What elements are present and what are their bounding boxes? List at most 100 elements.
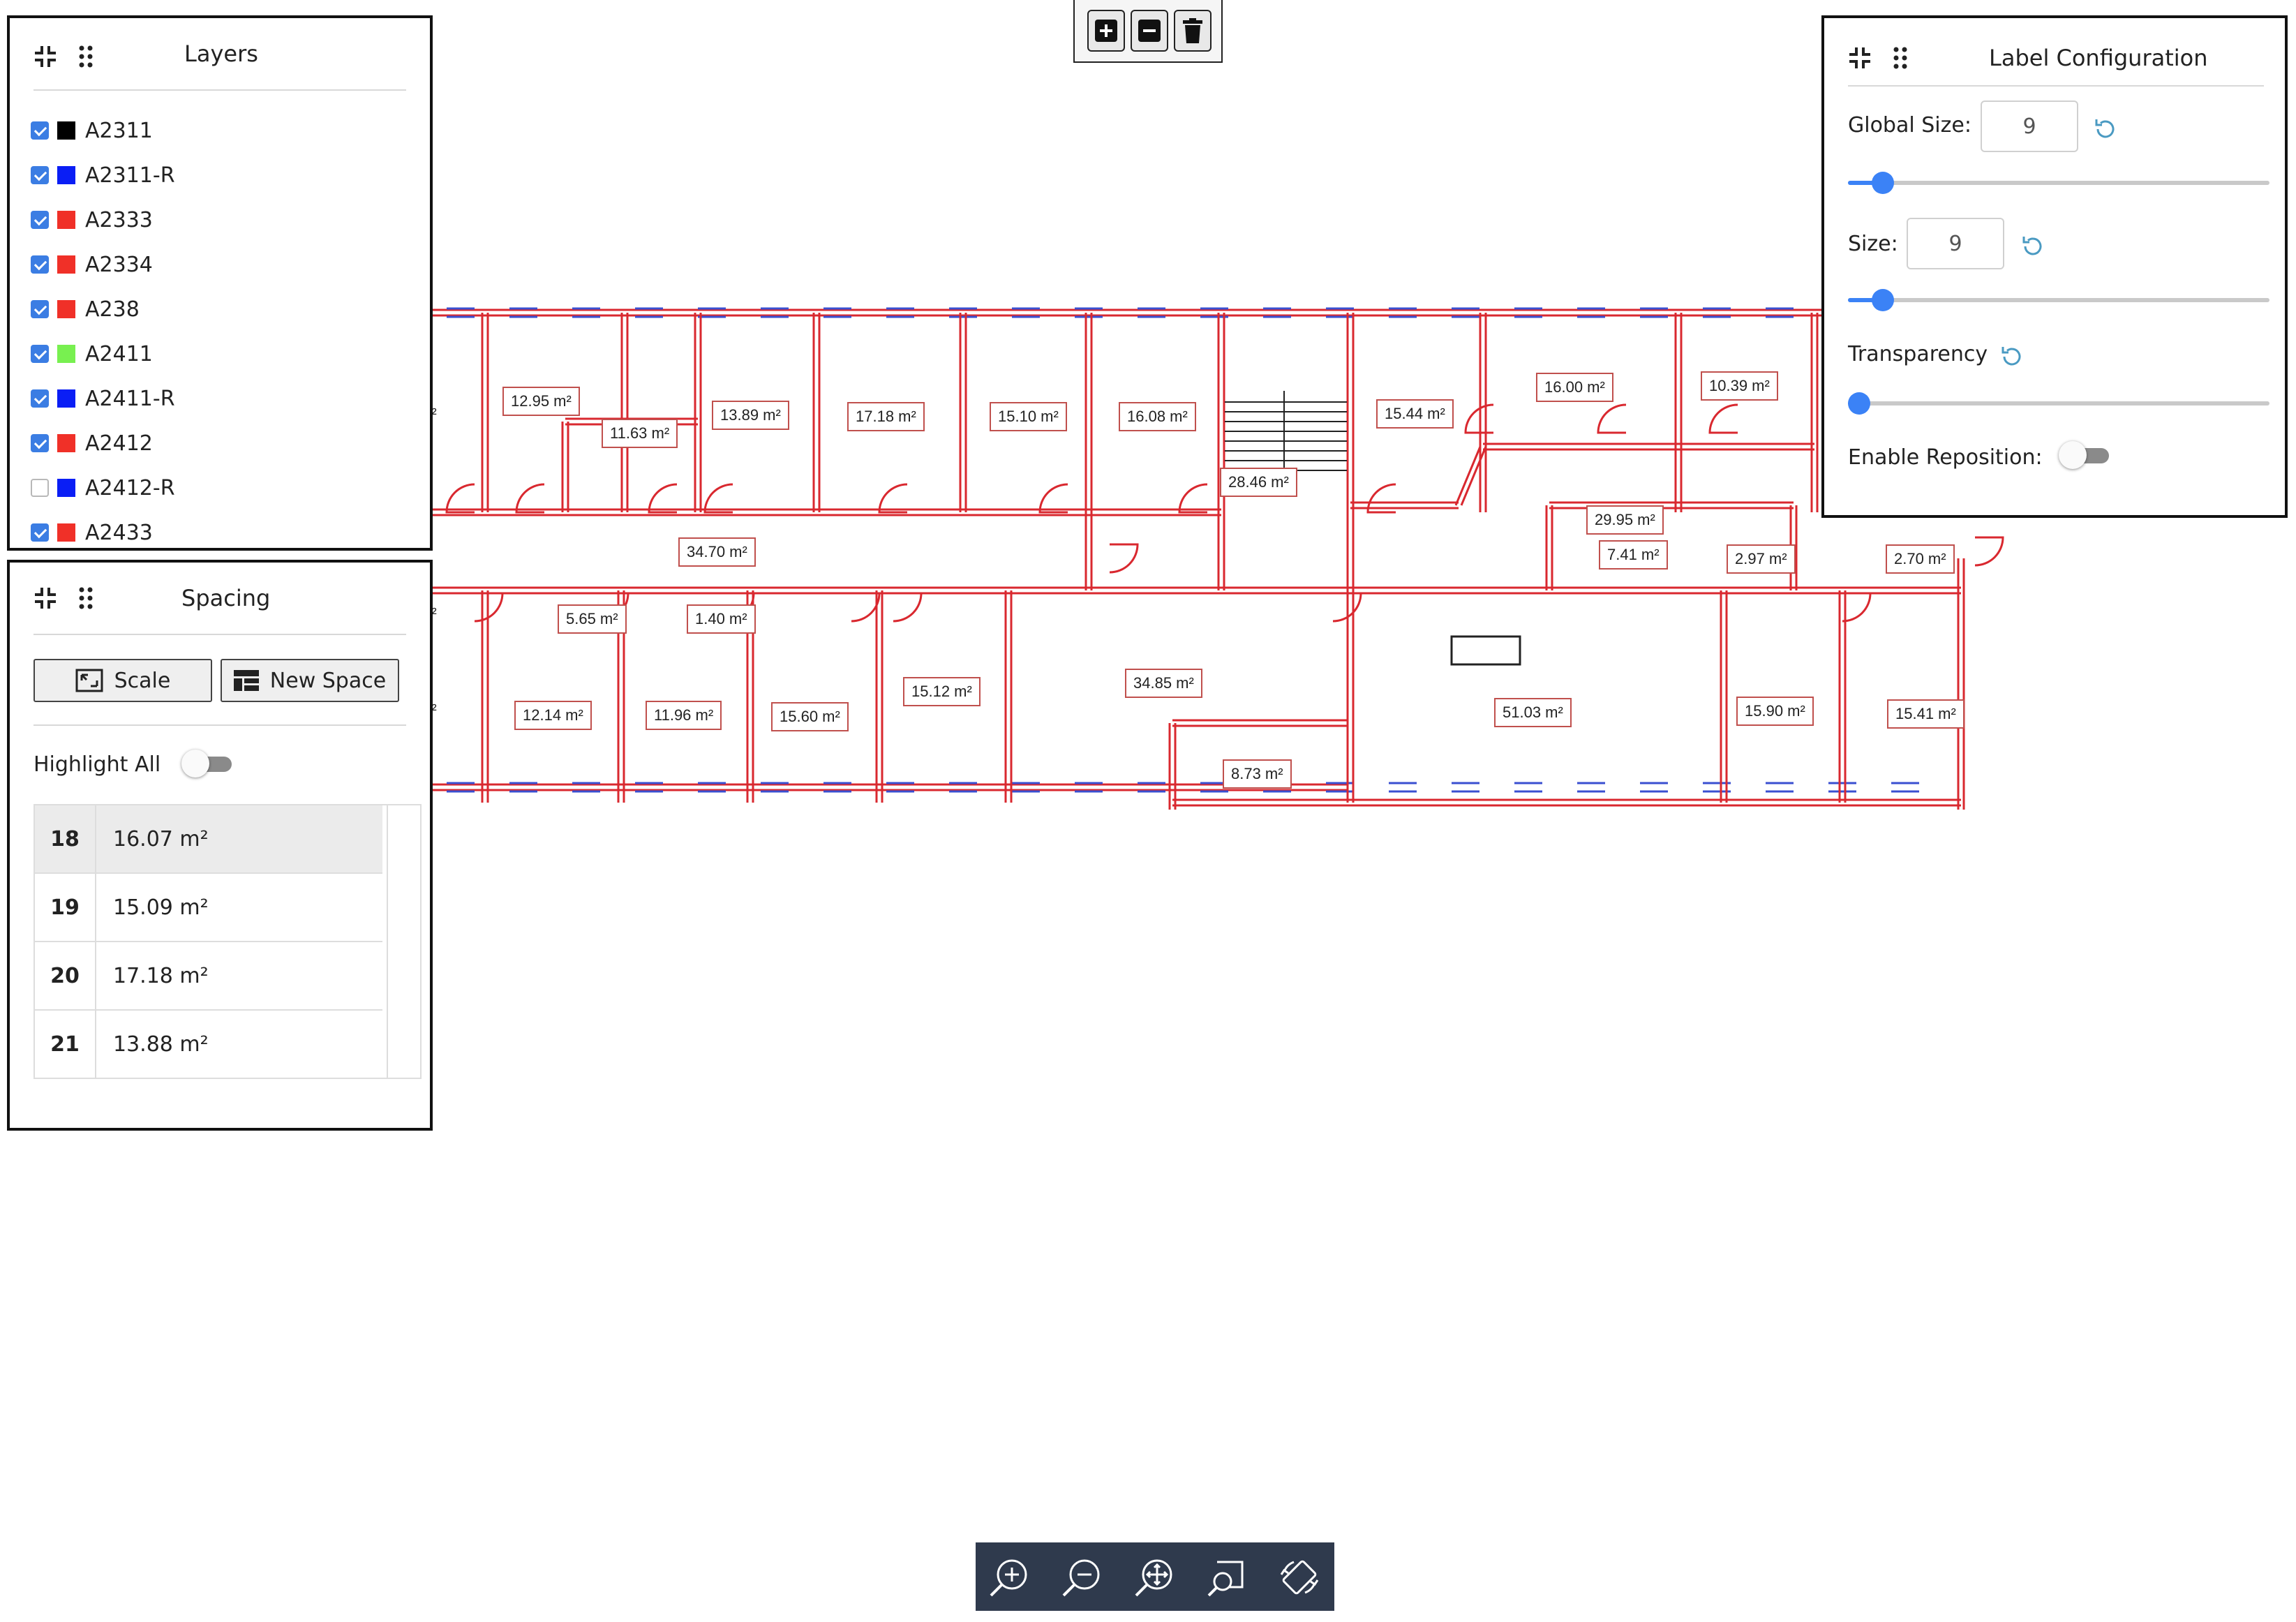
room-area-label[interactable]: 12.14 m²: [514, 701, 592, 730]
room-area-label[interactable]: 5.65 m²: [558, 604, 627, 634]
layer-row[interactable]: A2311-R: [31, 158, 175, 193]
room-area-label[interactable]: 15.12 m²: [903, 677, 981, 706]
drag-handle-icon[interactable]: [1888, 46, 1912, 70]
room-area-label[interactable]: 28.46 m²: [1220, 468, 1297, 497]
rotate-icon: [1280, 1560, 1319, 1595]
room-area-label[interactable]: 11.63 m²: [602, 419, 678, 448]
divider: [33, 724, 406, 726]
layer-checkbox[interactable]: [31, 300, 49, 318]
layer-row[interactable]: A238: [31, 292, 140, 327]
room-area-label[interactable]: 16.00 m²: [1536, 373, 1613, 402]
drag-handle-icon[interactable]: [74, 45, 98, 68]
room-area-label[interactable]: 7.41 m²: [1599, 540, 1668, 570]
layer-checkbox[interactable]: [31, 434, 49, 452]
scale-button[interactable]: Scale: [33, 659, 212, 702]
layer-row[interactable]: A2333: [31, 202, 153, 237]
global-size-input[interactable]: 9: [1981, 101, 2078, 152]
transparency-slider[interactable]: [1848, 392, 2269, 415]
divider: [33, 634, 406, 635]
room-area-label[interactable]: 15.60 m²: [771, 702, 849, 731]
reset-icon[interactable]: [2020, 233, 2046, 260]
label-configuration-panel[interactable]: Label Configuration Global Size: 9 Size:…: [1821, 15, 2288, 518]
table-row[interactable]: 21 13.88 m²: [35, 1011, 382, 1078]
zoom-in-button[interactable]: [984, 1552, 1034, 1602]
table-scrollbar[interactable]: [387, 805, 420, 1078]
layer-row[interactable]: A2311: [31, 113, 153, 148]
room-area-label[interactable]: 15.10 m²: [990, 402, 1067, 431]
table-row[interactable]: 20 17.18 m²: [35, 942, 382, 1011]
enable-reposition-toggle[interactable]: [2059, 441, 2109, 469]
layer-checkbox[interactable]: [31, 389, 49, 408]
zoom-out-icon: [1062, 1559, 1100, 1597]
layer-checkbox[interactable]: [31, 121, 49, 140]
door-swing: [1842, 592, 1872, 623]
layer-checkbox[interactable]: [31, 345, 49, 363]
space-area: 13.88 m²: [113, 1032, 209, 1057]
reset-icon[interactable]: [1999, 343, 2025, 370]
collapse-icon[interactable]: [33, 586, 57, 610]
zoom-out-button[interactable]: [1057, 1552, 1107, 1602]
layer-row[interactable]: A2412-R: [31, 470, 175, 505]
room-area-label[interactable]: 16.08 m²: [1119, 402, 1196, 431]
room-area-label[interactable]: 29.95 m²: [1586, 505, 1664, 535]
layer-row[interactable]: A2433: [31, 515, 153, 550]
room-area-label[interactable]: 51.03 m²: [1494, 698, 1572, 727]
layer-row[interactable]: A2412: [31, 426, 153, 461]
door-swing: [1038, 483, 1068, 514]
collapse-icon[interactable]: [1848, 46, 1872, 70]
door-swing: [515, 483, 545, 514]
scale-icon: [75, 669, 103, 692]
room-area-label[interactable]: 15.41 m²: [1887, 699, 1965, 729]
layer-name: A2334: [85, 252, 153, 277]
wall-line: [1460, 446, 1487, 506]
pan-icon: [1135, 1559, 1172, 1597]
room-area-label[interactable]: 8.73 m²: [1223, 759, 1292, 789]
layer-name: A2311-R: [85, 163, 175, 188]
room-area-label[interactable]: 34.85 m²: [1125, 669, 1202, 698]
room-area-label[interactable]: 34.70 m²: [678, 537, 756, 567]
door-swing: [1708, 403, 1738, 434]
layer-checkbox[interactable]: [31, 166, 49, 184]
door-swing: [1597, 403, 1627, 434]
room-area-label[interactable]: 2.70 m²: [1886, 544, 1955, 574]
reset-icon[interactable]: [2092, 116, 2119, 142]
door-swing: [1109, 543, 1139, 574]
layers-panel[interactable]: Layers A2311 A2311-R A2333 A2334 A238 A2411 A2…: [7, 15, 433, 551]
room-area-label[interactable]: 13.89 m²: [712, 401, 789, 430]
layer-row[interactable]: A2411: [31, 336, 153, 371]
pan-button[interactable]: [1129, 1552, 1179, 1602]
zoom-window-button[interactable]: [1202, 1552, 1252, 1602]
room-area-label[interactable]: 1.40 m²: [687, 604, 756, 634]
highlight-all-toggle[interactable]: [181, 750, 232, 777]
drag-handle-icon[interactable]: [74, 586, 98, 610]
room-area-label[interactable]: 17.18 m²: [847, 402, 925, 431]
layer-color-swatch: [57, 523, 75, 542]
layer-color-swatch: [57, 255, 75, 274]
delete-button[interactable]: [1174, 10, 1212, 52]
table-row[interactable]: 18 16.07 m²: [35, 805, 382, 874]
remove-button[interactable]: [1131, 10, 1168, 52]
room-area-label[interactable]: 10.39 m²: [1701, 371, 1778, 401]
room-area-label[interactable]: 2.97 m²: [1727, 544, 1796, 574]
size-input[interactable]: 9: [1907, 218, 2004, 269]
new-space-button[interactable]: New Space: [221, 659, 399, 702]
room-area-label[interactable]: 12.95 m²: [502, 387, 580, 416]
layer-checkbox[interactable]: [31, 479, 49, 497]
layer-row[interactable]: A2411-R: [31, 381, 175, 416]
layer-row[interactable]: A2334: [31, 247, 153, 282]
collapse-icon[interactable]: [33, 45, 57, 68]
layer-color-swatch: [57, 121, 75, 140]
layer-checkbox[interactable]: [31, 211, 49, 229]
table-row[interactable]: 19 15.09 m²: [35, 874, 382, 942]
panel-title: Spacing: [181, 585, 271, 611]
spacing-panel[interactable]: Spacing Scale New Space Highlight All 18…: [7, 560, 433, 1131]
rotate-button[interactable]: [1274, 1552, 1325, 1602]
global-size-slider[interactable]: [1848, 172, 2269, 194]
room-area-label[interactable]: 11.96 m²: [646, 701, 722, 730]
add-button[interactable]: [1087, 10, 1125, 52]
layer-checkbox[interactable]: [31, 523, 49, 542]
room-area-label[interactable]: 15.90 m²: [1736, 697, 1814, 726]
room-area-label[interactable]: 15.44 m²: [1376, 399, 1454, 429]
size-slider[interactable]: [1848, 289, 2269, 311]
layer-checkbox[interactable]: [31, 255, 49, 274]
